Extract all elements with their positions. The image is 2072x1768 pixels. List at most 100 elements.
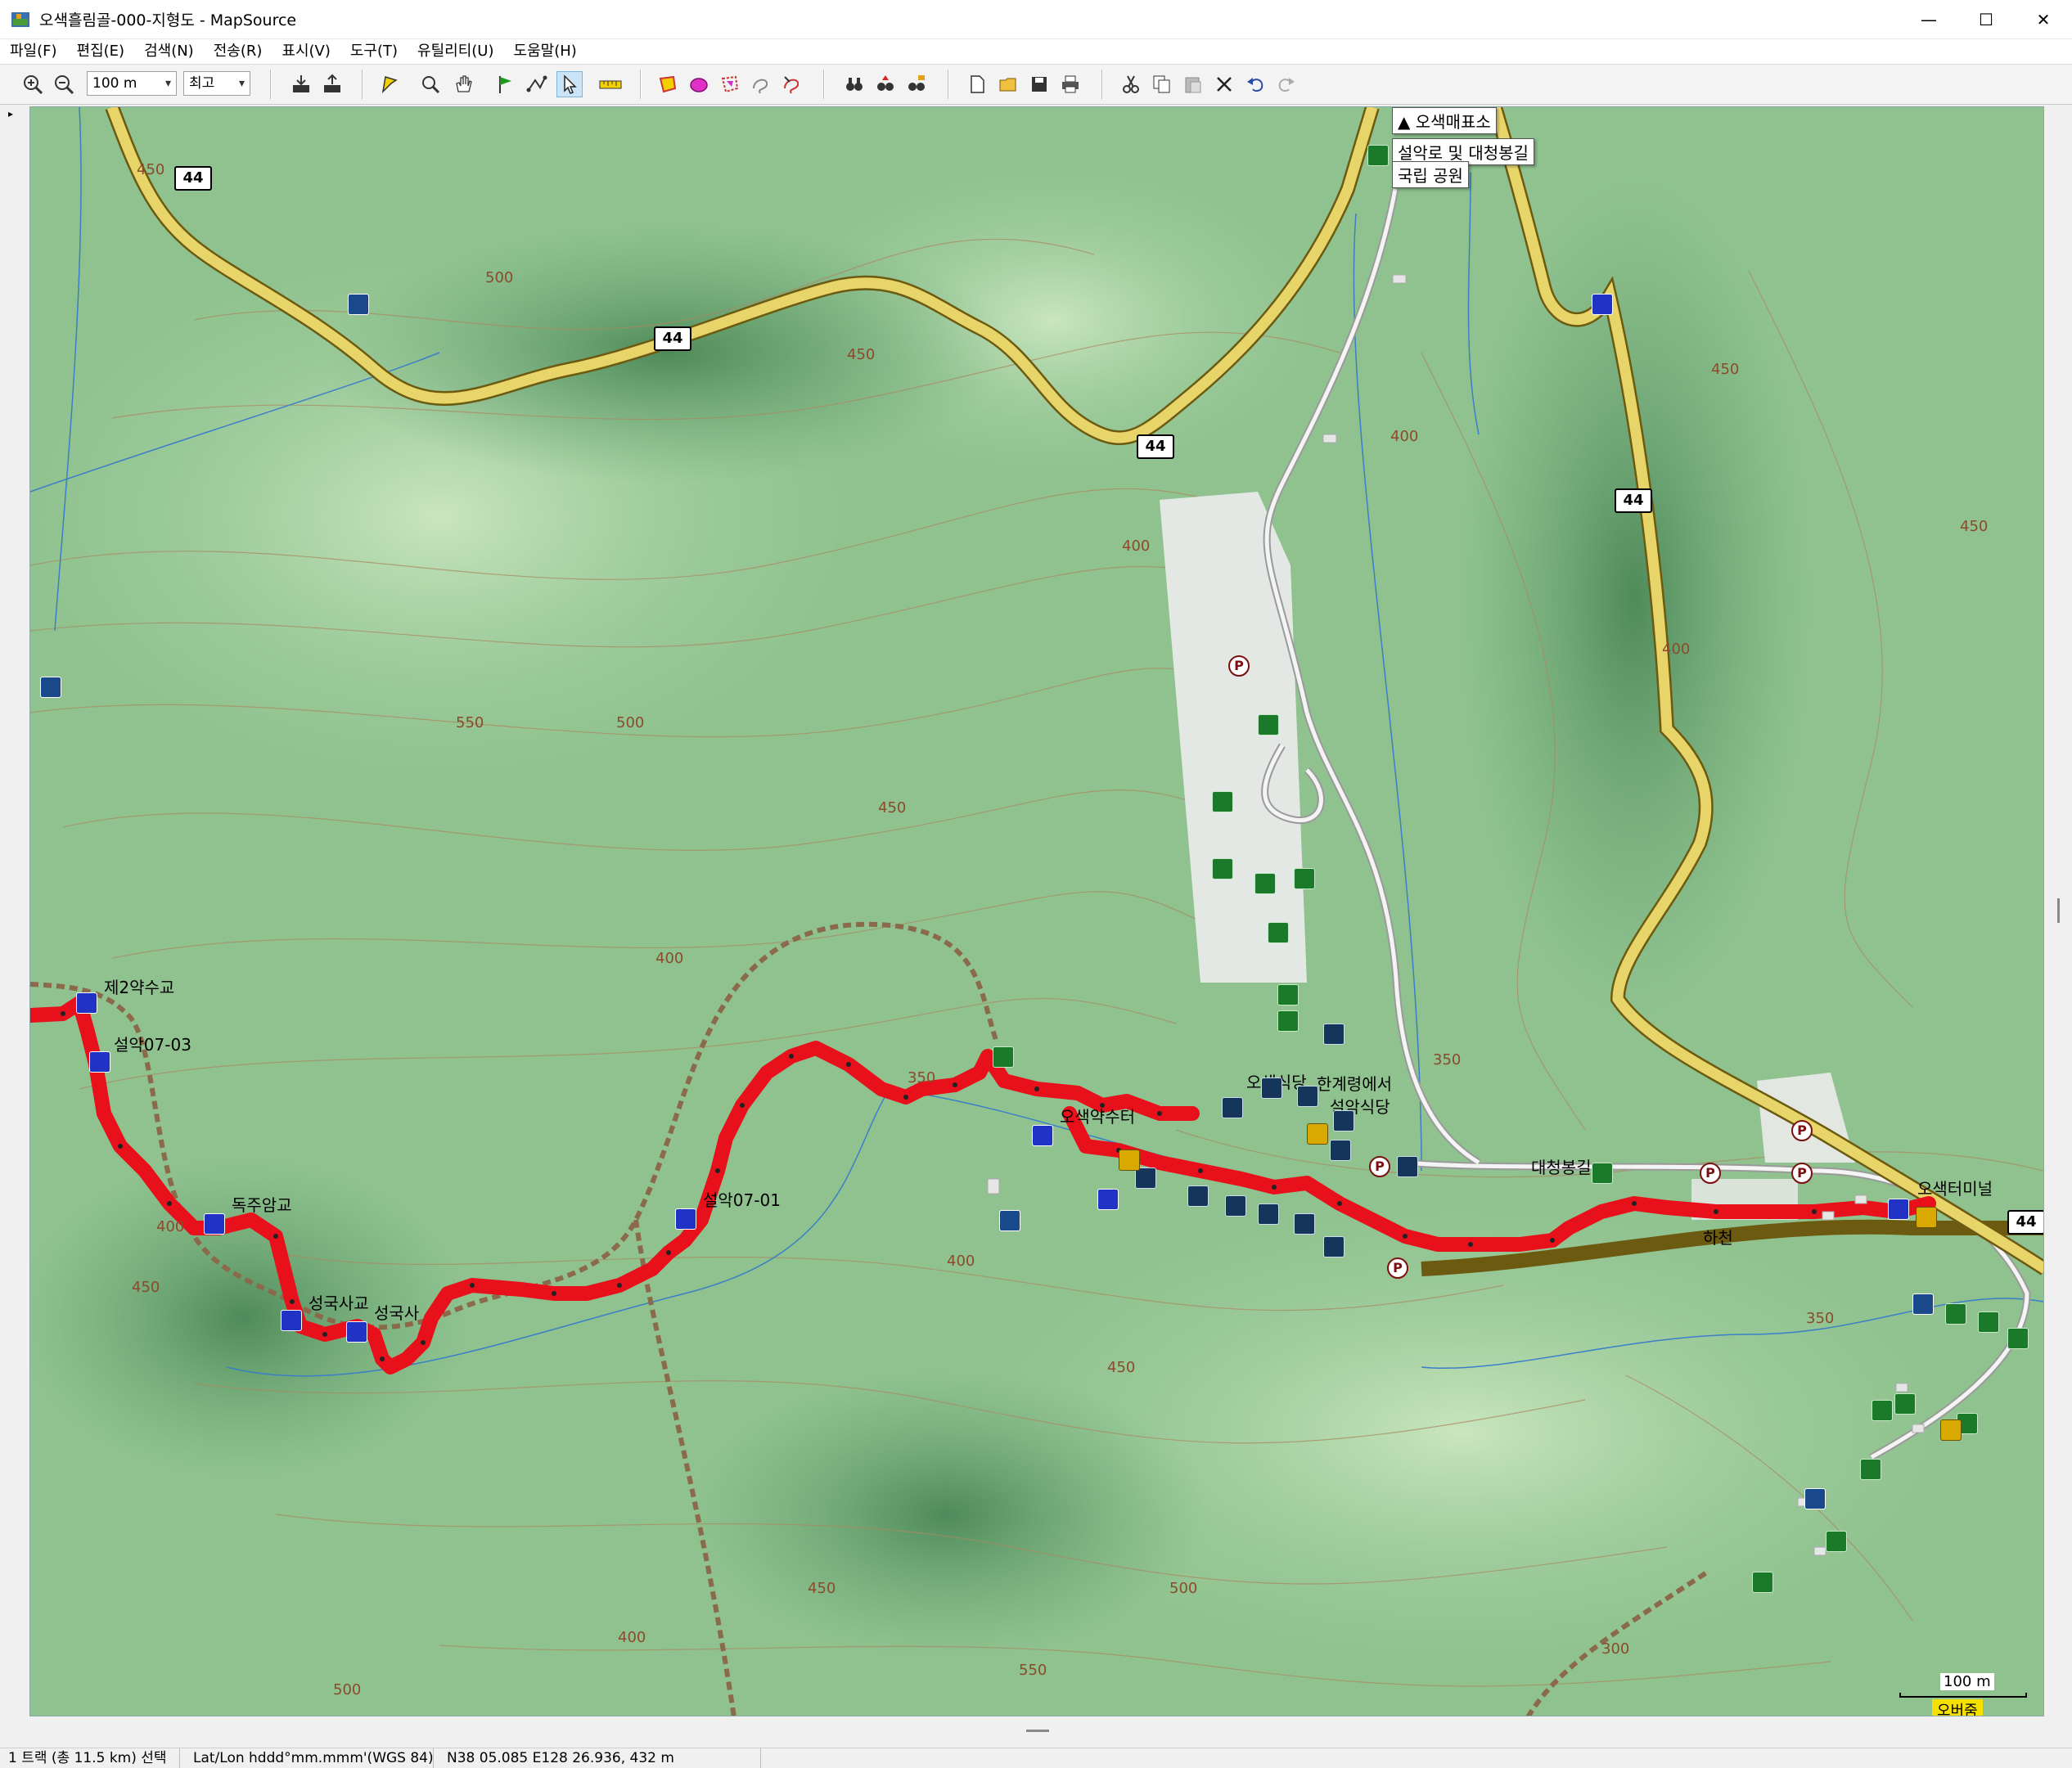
hiker-waypoint-icon[interactable] (1888, 1199, 1909, 1220)
mapsource-app-icon[interactable] (11, 11, 29, 29)
new-document-icon[interactable] (964, 71, 990, 97)
map-horizontal-splitter[interactable] (0, 1718, 2072, 1748)
minimize-button[interactable]: — (1900, 0, 1957, 39)
lodging-icon[interactable] (1945, 1303, 1966, 1325)
zoom-in-icon[interactable] (20, 71, 46, 97)
parking-icon[interactable]: P (1228, 655, 1250, 677)
pan-hand-icon[interactable] (450, 71, 476, 97)
lodging-icon[interactable] (1294, 868, 1315, 889)
camera-icon[interactable] (348, 294, 369, 315)
lodging-icon[interactable] (1367, 145, 1389, 166)
lodging-icon[interactable] (1258, 714, 1279, 736)
hiker-waypoint-icon[interactable] (1592, 294, 1613, 315)
restaurant-icon[interactable] (1135, 1167, 1156, 1189)
hiker-waypoint-icon[interactable] (89, 1051, 110, 1073)
camera-icon[interactable] (999, 1210, 1020, 1231)
parking-icon[interactable]: P (1387, 1257, 1408, 1279)
measure-ruler-icon[interactable] (597, 71, 624, 97)
send-to-device-icon[interactable] (319, 71, 345, 97)
find-nearby-icon[interactable] (872, 71, 899, 97)
open-folder-icon[interactable] (995, 71, 1021, 97)
camera-icon[interactable] (1912, 1293, 1934, 1315)
lodging-icon[interactable] (1894, 1393, 1916, 1415)
menu-help[interactable]: 도움말(H) (504, 39, 587, 64)
map-select-dotted-icon[interactable] (717, 71, 743, 97)
hiker-waypoint-icon[interactable] (1097, 1189, 1119, 1210)
print-icon[interactable] (1057, 71, 1083, 97)
menu-edit[interactable]: 편집(E) (67, 39, 135, 64)
restaurant-icon[interactable] (1225, 1195, 1246, 1217)
menu-utilities[interactable]: 유틸리티(U) (408, 39, 503, 64)
hiker-waypoint-icon[interactable] (346, 1321, 367, 1343)
lodging-icon[interactable] (993, 1046, 1014, 1068)
parking-icon[interactable]: P (1700, 1163, 1721, 1184)
receive-from-device-icon[interactable] (288, 71, 314, 97)
restaurant-icon[interactable] (1330, 1140, 1351, 1161)
delete-x-icon[interactable] (1211, 71, 1237, 97)
splitter-grip[interactable] (1026, 1730, 1049, 1732)
restaurant-icon[interactable] (1294, 1213, 1315, 1235)
shop-icon[interactable] (1940, 1419, 1962, 1441)
redo-icon[interactable] (1273, 71, 1300, 97)
lodging-icon[interactable] (1752, 1572, 1773, 1593)
find-places-icon[interactable] (903, 71, 930, 97)
lodging-icon[interactable] (1872, 1400, 1893, 1421)
hiker-waypoint-icon[interactable] (1032, 1125, 1053, 1146)
camera-icon[interactable] (40, 677, 61, 698)
lodging-icon[interactable] (2007, 1328, 2029, 1349)
map-tool-icon[interactable] (376, 71, 403, 97)
restaurant-icon[interactable] (1261, 1077, 1282, 1099)
restaurant-icon[interactable] (1397, 1156, 1418, 1177)
save-disk-icon[interactable] (1026, 71, 1052, 97)
zoom-scale-select[interactable]: 100 m ▾ (87, 71, 177, 96)
menu-view[interactable]: 표시(V) (272, 39, 340, 64)
lodging-icon[interactable] (1254, 873, 1276, 894)
parking-icon[interactable]: P (1791, 1120, 1813, 1141)
splitter-grip[interactable] (2057, 898, 2060, 923)
maximize-button[interactable]: ☐ (1957, 0, 2015, 39)
expand-panel-arrow-icon[interactable]: ▸ (8, 108, 13, 119)
track-draw-icon[interactable] (779, 71, 805, 97)
menu-file[interactable]: 파일(F) (0, 39, 67, 64)
copy-icon[interactable] (1149, 71, 1175, 97)
restaurant-icon[interactable] (1297, 1086, 1318, 1107)
restaurant-icon[interactable] (1258, 1203, 1279, 1225)
selection-tool-icon[interactable] (556, 71, 583, 97)
restaurant-icon[interactable] (1323, 1023, 1345, 1045)
restaurant-icon[interactable] (1333, 1110, 1354, 1131)
lodging-icon[interactable] (1860, 1459, 1881, 1480)
shop-icon[interactable] (1916, 1207, 1937, 1228)
paste-icon[interactable] (1180, 71, 1206, 97)
parking-icon[interactable]: P (1369, 1156, 1390, 1177)
map-vertical-splitter[interactable] (2046, 105, 2072, 1718)
lodging-icon[interactable] (1277, 1010, 1299, 1032)
map-select-pink-icon[interactable] (686, 71, 712, 97)
map-view[interactable]: 44 44 44 44 44 ▲ 오색매표소 설악로 및 대청봉길 국립 공원 … (29, 106, 2044, 1716)
menu-search[interactable]: 검색(N) (134, 39, 204, 64)
lodging-icon[interactable] (1592, 1163, 1613, 1184)
zoom-tool-icon[interactable] (417, 71, 444, 97)
undo-icon[interactable] (1242, 71, 1268, 97)
zoom-out-icon[interactable] (51, 71, 77, 97)
cut-scissors-icon[interactable] (1118, 71, 1144, 97)
shop-icon[interactable] (1307, 1123, 1328, 1145)
route-tool-icon[interactable] (524, 71, 550, 97)
close-button[interactable]: ✕ (2015, 0, 2072, 39)
lodging-icon[interactable] (1826, 1531, 1847, 1552)
camera-icon[interactable] (1804, 1488, 1826, 1509)
hiker-waypoint-icon[interactable] (76, 992, 97, 1014)
restaurant-icon[interactable] (1323, 1236, 1345, 1257)
hiker-waypoint-icon[interactable] (204, 1213, 225, 1235)
lodging-icon[interactable] (1277, 984, 1299, 1005)
lodging-icon[interactable] (1978, 1311, 1999, 1333)
restaurant-icon[interactable] (1187, 1185, 1209, 1207)
find-binoculars-icon[interactable] (841, 71, 867, 97)
waypoint-tool-icon[interactable] (493, 71, 519, 97)
lodging-icon[interactable] (1212, 791, 1233, 812)
hiker-waypoint-icon[interactable] (281, 1310, 302, 1331)
lodging-icon[interactable] (1212, 858, 1233, 880)
lasso-select-icon[interactable] (748, 71, 774, 97)
map-select-yellow-icon[interactable] (655, 71, 681, 97)
hiker-waypoint-icon[interactable] (675, 1208, 696, 1230)
shop-icon[interactable] (1119, 1149, 1140, 1171)
